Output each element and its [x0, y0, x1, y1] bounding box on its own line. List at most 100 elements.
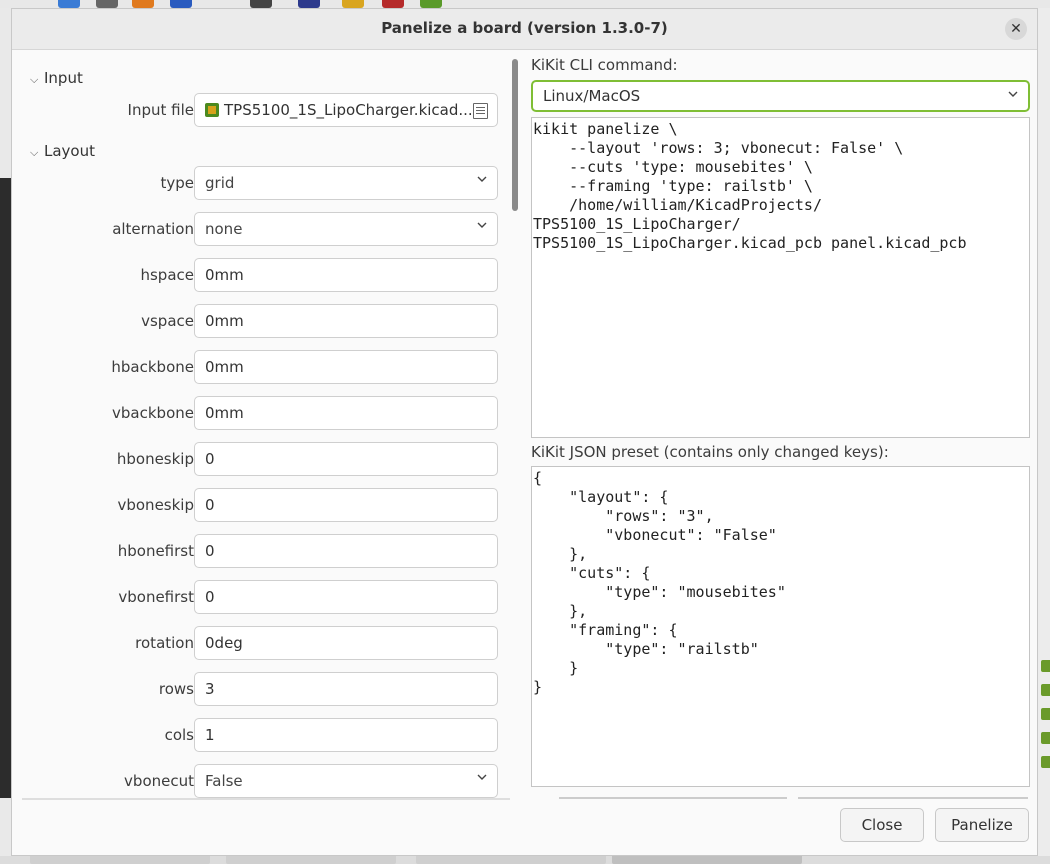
type-select[interactable]: grid: [194, 166, 498, 200]
chevron-down-icon: [477, 774, 487, 780]
layout-label-hspace: hspace: [140, 266, 194, 284]
hspace-input[interactable]: 0mm: [194, 258, 498, 292]
panelize-dialog: Panelize a board (version 1.3.0-7) ✕ ⌵ In…: [11, 8, 1038, 856]
layout-row-vbonefirst: vbonefirst 0: [22, 580, 510, 614]
splitter-handle[interactable]: [798, 797, 1028, 799]
vboneskip-value: 0: [205, 496, 215, 514]
layout-label-vbonefirst: vbonefirst: [118, 588, 194, 606]
chevron-down-icon: ⌵: [30, 146, 39, 159]
input-file-field[interactable]: TPS5100_1S_LipoCharger.kicad...: [194, 93, 498, 127]
app-icon: [58, 0, 80, 8]
input-file-label: Input file: [127, 101, 194, 119]
hbonefirst-input[interactable]: 0: [194, 534, 498, 568]
vbonecut-select[interactable]: False: [194, 764, 498, 798]
pcb-file-icon: [205, 103, 219, 117]
layout-row-rows: rows 3: [22, 672, 510, 706]
output-panel: KiKit CLI command: Linux/MacOS kikit pan…: [531, 54, 1031, 799]
settings-panel: ⌵ Input Input file TPS5100_1S_LipoCharger…: [22, 54, 510, 799]
cols-input[interactable]: 1: [194, 718, 498, 752]
cli-command-textbox[interactable]: kikit panelize \ --layout 'rows: 3; vbon…: [531, 117, 1030, 438]
json-preset-textbox[interactable]: { "layout": { "rows": "3", "vbonecut": "…: [531, 466, 1030, 787]
layout-row-vspace: vspace 0mm: [22, 304, 510, 338]
layout-label-type: type: [160, 174, 194, 192]
layout-label-vspace: vspace: [141, 312, 194, 330]
layout-label-hbackbone: hbackbone: [111, 358, 194, 376]
rotation-input[interactable]: 0deg: [194, 626, 498, 660]
vboneskip-input[interactable]: 0: [194, 488, 498, 522]
app-icon: [170, 0, 192, 8]
app-icon: [250, 0, 272, 8]
layout-row-hbackbone: hbackbone 0mm: [22, 350, 510, 384]
close-button[interactable]: Close: [840, 808, 924, 842]
checkbox-icon: [1041, 732, 1050, 744]
app-icon: [298, 0, 320, 8]
layout-label-vbonecut: vbonecut: [124, 772, 194, 790]
title-bar: Panelize a board (version 1.3.0-7) ✕: [12, 9, 1037, 50]
alternation-select[interactable]: none: [194, 212, 498, 246]
file-browse-icon[interactable]: [473, 103, 488, 119]
layout-label-rotation: rotation: [135, 634, 194, 652]
hbonefirst-value: 0: [205, 542, 215, 560]
checkbox-icon: [1041, 684, 1050, 696]
desktop-top-panel: [0, 0, 1050, 8]
chevron-down-icon: [1008, 91, 1018, 97]
rows-value: 3: [205, 680, 215, 698]
input-file-value: TPS5100_1S_LipoCharger.kicad...: [224, 101, 473, 119]
layout-row-vbackbone: vbackbone 0mm: [22, 396, 510, 430]
app-icon: [382, 0, 404, 8]
rotation-value: 0deg: [205, 634, 243, 652]
chevron-down-icon: ⌵: [30, 73, 39, 86]
layout-label-vboneskip: vboneskip: [117, 496, 194, 514]
checkbox-icon: [1041, 660, 1050, 672]
taskbar-item: [30, 856, 210, 864]
horizontal-scrollbar[interactable]: [22, 798, 510, 800]
section-input-header[interactable]: ⌵ Input: [30, 69, 83, 87]
layout-row-type: type grid: [22, 166, 510, 200]
vbackbone-value: 0mm: [205, 404, 244, 422]
panelize-button[interactable]: Panelize: [935, 808, 1029, 842]
background-canvas: [0, 178, 11, 798]
rows-input[interactable]: 3: [194, 672, 498, 706]
chevron-down-icon: [477, 222, 487, 228]
layout-row-hboneskip: hboneskip 0: [22, 442, 510, 476]
os-select-value: Linux/MacOS: [543, 87, 641, 105]
vspace-input[interactable]: 0mm: [194, 304, 498, 338]
layout-label-cols: cols: [164, 726, 194, 744]
taskbar-item: [226, 856, 396, 864]
layout-row-hbonefirst: hbonefirst 0: [22, 534, 510, 568]
input-file-row: Input file TPS5100_1S_LipoCharger.kicad.…: [22, 93, 510, 127]
taskbar-item: [416, 856, 606, 864]
hboneskip-value: 0: [205, 450, 215, 468]
checkbox-icon: [1041, 708, 1050, 720]
splitter-handle[interactable]: [559, 797, 787, 799]
background-window-right: [1038, 8, 1050, 864]
layout-label-hboneskip: hboneskip: [116, 450, 194, 468]
chevron-down-icon: [477, 176, 487, 182]
layout-row-hspace: hspace 0mm: [22, 258, 510, 292]
vbonecut-value: False: [205, 772, 243, 790]
layout-label-alternation: alternation: [112, 220, 194, 238]
os-select[interactable]: Linux/MacOS: [531, 80, 1030, 112]
section-layout-header[interactable]: ⌵ Layout: [30, 142, 95, 160]
cli-label: KiKit CLI command:: [531, 56, 678, 74]
desktop-taskbar: [0, 856, 1050, 864]
vbonefirst-value: 0: [205, 588, 215, 606]
app-icon: [342, 0, 364, 8]
preset-label: KiKit JSON preset (contains only changed…: [531, 443, 889, 461]
hboneskip-input[interactable]: 0: [194, 442, 498, 476]
left-scrollbar[interactable]: [512, 59, 518, 211]
checkbox-icon: [1041, 756, 1050, 768]
layout-row-vbonecut: vbonecut False: [22, 764, 510, 798]
vbonefirst-input[interactable]: 0: [194, 580, 498, 614]
cols-value: 1: [205, 726, 215, 744]
layout-row-alternation: alternation none: [22, 212, 510, 246]
vbackbone-input[interactable]: 0mm: [194, 396, 498, 430]
hbackbone-input[interactable]: 0mm: [194, 350, 498, 384]
close-icon[interactable]: ✕: [1005, 18, 1027, 40]
app-icon: [96, 0, 118, 8]
alternation-value: none: [205, 220, 243, 238]
layout-label-vbackbone: vbackbone: [112, 404, 194, 422]
taskbar-item: [612, 856, 802, 864]
vspace-value: 0mm: [205, 312, 244, 330]
layout-row-rotation: rotation 0deg: [22, 626, 510, 660]
